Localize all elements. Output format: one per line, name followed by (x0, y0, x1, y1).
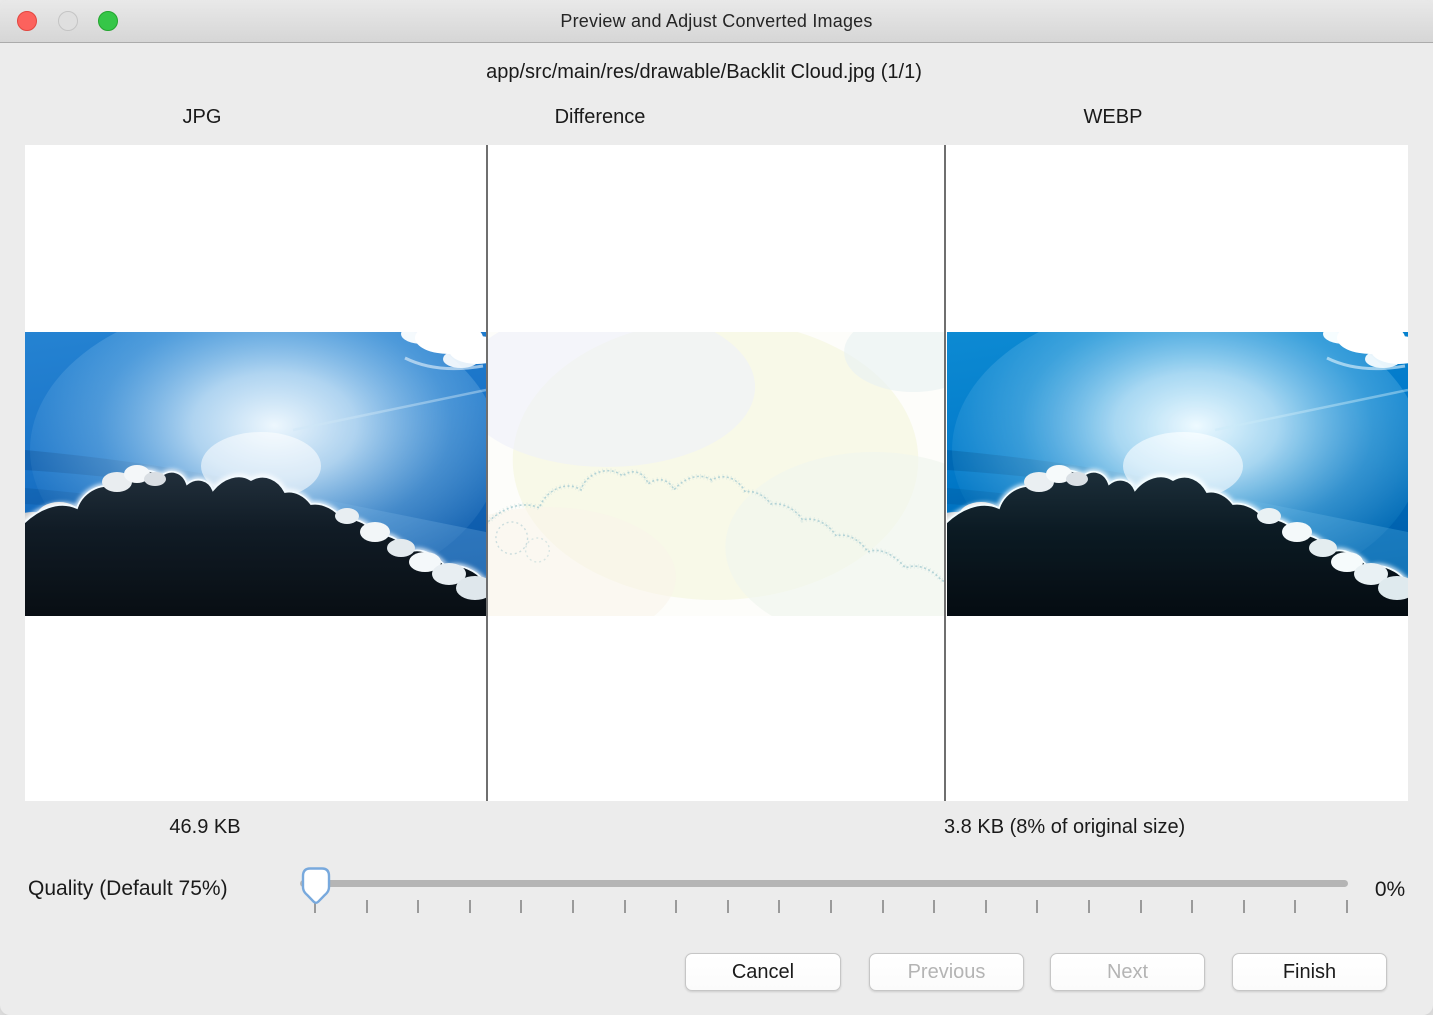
cancel-button[interactable]: Cancel (685, 953, 841, 991)
quality-slider-thumb[interactable] (299, 865, 333, 906)
difference-preview-image (488, 332, 944, 616)
column-header-difference: Difference (470, 106, 730, 134)
title-bar: Preview and Adjust Converted Images (0, 0, 1433, 43)
column-header-webp: WEBP (983, 106, 1243, 134)
window-title: Preview and Adjust Converted Images (0, 0, 1433, 43)
jpg-preview-image (25, 332, 486, 616)
quality-slider-track[interactable] (300, 880, 1348, 887)
previous-button[interactable]: Previous (869, 953, 1024, 991)
file-path-label: app/src/main/res/drawable/Backlit Cloud.… (0, 61, 1408, 91)
quality-slider-ticks (314, 900, 1348, 913)
convert-to-webp-dialog: Preview and Adjust Converted Images app/… (0, 0, 1433, 1015)
finish-button[interactable]: Finish (1232, 953, 1387, 991)
jpg-file-size-label: 46.9 KB (125, 816, 285, 844)
next-button[interactable]: Next (1050, 953, 1205, 991)
webp-file-size-label: 3.8 KB (8% of original size) (944, 816, 1185, 844)
panel-divider (944, 145, 946, 801)
webp-preview-image (947, 332, 1408, 616)
column-header-jpg: JPG (72, 106, 332, 134)
quality-slider-label: Quality (Default 75%) (28, 877, 228, 901)
preview-area (25, 145, 1408, 801)
quality-value-label: 0% (1360, 878, 1420, 902)
